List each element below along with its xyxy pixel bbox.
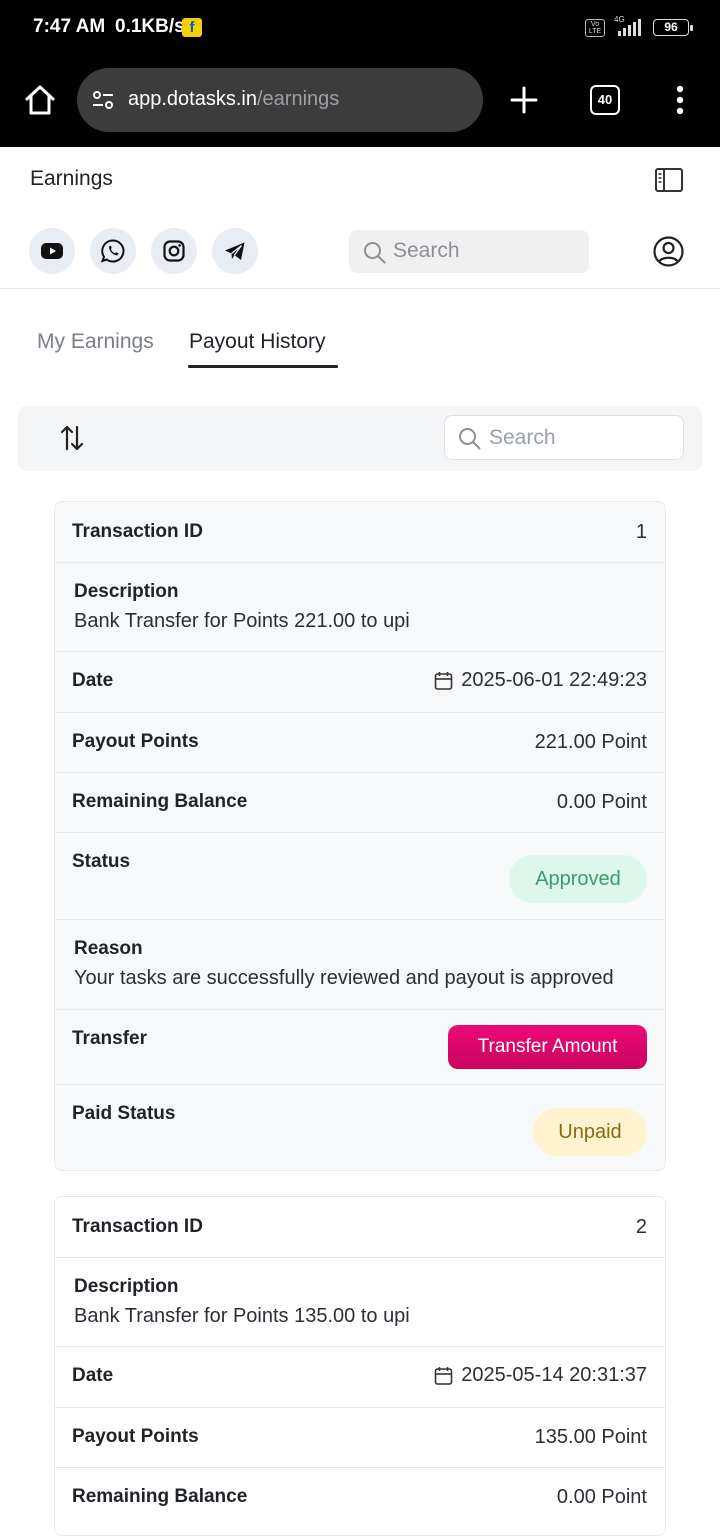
transaction-id-label: Transaction ID [72, 1216, 203, 1237]
table-search-input[interactable] [489, 424, 675, 452]
description-value: Bank Transfer for Points 221.00 to upi [74, 610, 410, 632]
calendar-icon [434, 671, 453, 690]
page-title: Earnings [30, 167, 113, 190]
transaction-id-value: 2 [635, 1216, 647, 1238]
description-value: Bank Transfer for Points 135.00 to upi [74, 1305, 410, 1327]
table-toolbar [18, 406, 702, 471]
battery-icon: 96 [653, 19, 693, 36]
url-host: app.dotasks.in [128, 88, 257, 110]
header-search-input[interactable] [393, 237, 579, 265]
description-row: Description Bank Transfer for Points 221… [55, 563, 665, 652]
status-net-speed: 0.1KB/s [115, 16, 185, 37]
status-label: Status [72, 851, 131, 872]
transaction-id-row: Transaction ID 2 [55, 1197, 665, 1258]
new-tab-icon[interactable] [508, 84, 540, 116]
transaction-id-value: 1 [635, 521, 647, 543]
active-tab-indicator [188, 365, 338, 368]
url-path: /earnings [256, 88, 340, 110]
description-row: Description Bank Transfer for Points 135… [55, 1258, 665, 1347]
sidebar-toggle-icon[interactable] [654, 166, 684, 194]
header-search[interactable] [349, 230, 589, 273]
search-icon [459, 428, 481, 450]
status-row: Status Approved [55, 833, 665, 920]
reason-label: Reason [74, 938, 143, 959]
remaining-balance-value: 0.00 Point [556, 1486, 647, 1508]
search-icon [364, 242, 386, 264]
telegram-icon [225, 242, 245, 260]
paid-status-row: Paid Status Unpaid [55, 1085, 665, 1170]
date-row: Date 2025-06-01 22:49:23 [55, 652, 665, 713]
remaining-balance-value: 0.00 Point [556, 791, 647, 813]
remaining-balance-row: Remaining Balance 0.00 Point [55, 1468, 665, 1535]
payout-points-value: 135.00 Point [534, 1426, 647, 1448]
flipkart-notification-icon: f [182, 18, 202, 37]
remaining-balance-row: Remaining Balance 0.00 Point [55, 773, 665, 833]
payout-points-label: Payout Points [72, 1426, 199, 1447]
browser-toolbar: app.dotasks.in/earnings 40 [0, 56, 720, 147]
reason-row: Reason Your tasks are successfully revie… [55, 920, 665, 1010]
youtube-icon [41, 243, 63, 259]
payout-card: Transaction ID 1 Description Bank Transf… [54, 501, 666, 1171]
user-account-icon[interactable] [653, 236, 684, 267]
instagram-button[interactable] [151, 228, 197, 274]
telegram-button[interactable] [212, 228, 258, 274]
browser-menu-icon[interactable] [670, 82, 690, 118]
calendar-icon [434, 1366, 453, 1385]
date-value: 2025-06-01 22:49:23 [461, 669, 647, 691]
status-badge: Approved [509, 855, 647, 903]
description-label: Description [74, 1276, 179, 1297]
transfer-label: Transfer [72, 1028, 147, 1049]
date-row: Date 2025-05-14 20:31:37 [55, 1347, 665, 1408]
whatsapp-icon [100, 239, 125, 263]
date-value: 2025-05-14 20:31:37 [461, 1364, 647, 1386]
transfer-amount-button[interactable]: Transfer Amount [448, 1025, 647, 1069]
date-value-group: 2025-05-14 20:31:37 [434, 1364, 647, 1387]
remaining-balance-label: Remaining Balance [72, 791, 248, 812]
date-label: Date [72, 1365, 114, 1386]
status-time: 7:47 AM [33, 16, 106, 37]
home-icon[interactable] [22, 82, 58, 118]
tab-switcher-button[interactable]: 40 [590, 85, 620, 115]
remaining-balance-label: Remaining Balance [72, 1486, 248, 1507]
payout-card: Transaction ID 2 Description Bank Transf… [54, 1196, 666, 1536]
paid-status-badge: Unpaid [533, 1108, 647, 1156]
url-text[interactable]: app.dotasks.in/earnings [128, 88, 339, 111]
date-label: Date [72, 670, 114, 691]
whatsapp-button[interactable] [90, 228, 136, 274]
transfer-row: Transfer Transfer Amount [55, 1010, 665, 1085]
payout-points-row: Payout Points 135.00 Point [55, 1408, 665, 1468]
paid-status-label: Paid Status [72, 1103, 176, 1124]
signal-icon [618, 18, 641, 36]
transaction-id-label: Transaction ID [72, 521, 203, 542]
volte-icon: Vo LTE [585, 19, 605, 37]
payout-points-row: Payout Points 221.00 Point [55, 713, 665, 773]
header-divider [0, 288, 720, 289]
date-value-group: 2025-06-01 22:49:23 [434, 669, 647, 692]
reason-value: Your tasks are successfully reviewed and… [74, 967, 614, 989]
payout-points-label: Payout Points [72, 731, 199, 752]
payout-points-value: 221.00 Point [534, 731, 647, 753]
address-bar[interactable]: app.dotasks.in/earnings [77, 68, 483, 132]
tab-payout-history[interactable]: Payout History [189, 330, 326, 354]
table-search[interactable] [444, 415, 684, 460]
instagram-icon [163, 240, 185, 262]
sort-icon[interactable] [59, 424, 85, 452]
tab-my-earnings[interactable]: My Earnings [37, 330, 154, 354]
site-settings-icon[interactable] [91, 88, 115, 112]
status-bar: 7:47 AM 0.1KB/s f Vo LTE 4G 96 [0, 0, 720, 56]
transaction-id-row: Transaction ID 1 [55, 502, 665, 563]
description-label: Description [74, 581, 179, 602]
youtube-button[interactable] [29, 228, 75, 274]
